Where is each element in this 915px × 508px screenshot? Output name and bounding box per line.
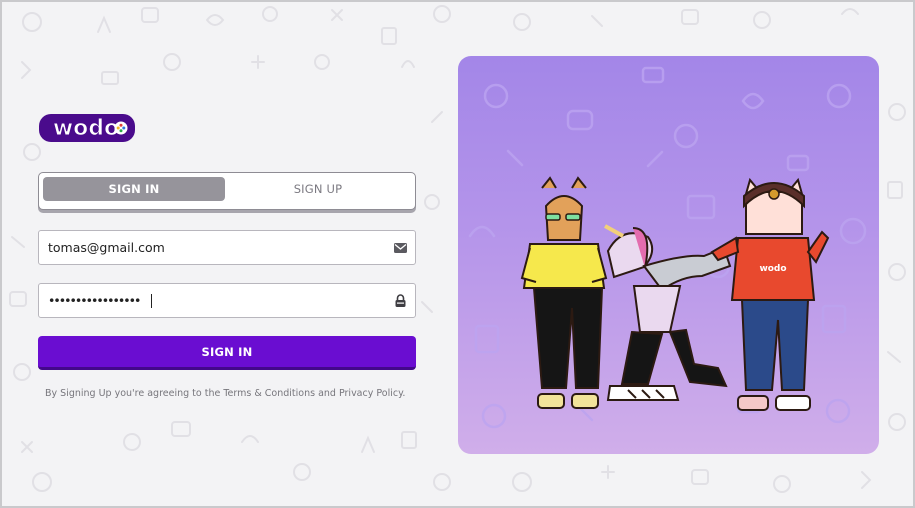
terms-notice: By Signing Up you're agreeing to the Ter… bbox=[45, 388, 406, 399]
lock-icon bbox=[395, 294, 406, 307]
text-caret bbox=[151, 294, 152, 308]
password-field-container bbox=[38, 283, 416, 318]
wodo-logo: wodo bbox=[39, 114, 135, 142]
tab-sign-up[interactable]: SIGN UP bbox=[227, 177, 409, 201]
cheetah-character bbox=[520, 176, 608, 409]
login-page: wodo SIGN IN SIGN UP SIGN IN By Signing … bbox=[0, 0, 915, 508]
email-field-container bbox=[38, 230, 416, 265]
envelope-icon bbox=[394, 243, 407, 253]
hero-illustration: wodo bbox=[458, 56, 879, 454]
cat-character: wodo bbox=[710, 177, 830, 411]
logo-wordmark: wodo bbox=[53, 116, 119, 141]
hoodie-logo-text: wodo bbox=[759, 264, 786, 274]
email-field[interactable] bbox=[48, 231, 388, 264]
tab-sign-in[interactable]: SIGN IN bbox=[43, 177, 225, 201]
auth-tab-switcher: SIGN IN SIGN UP bbox=[38, 172, 416, 210]
sign-in-button[interactable]: SIGN IN bbox=[38, 336, 416, 370]
password-field[interactable] bbox=[48, 284, 388, 317]
